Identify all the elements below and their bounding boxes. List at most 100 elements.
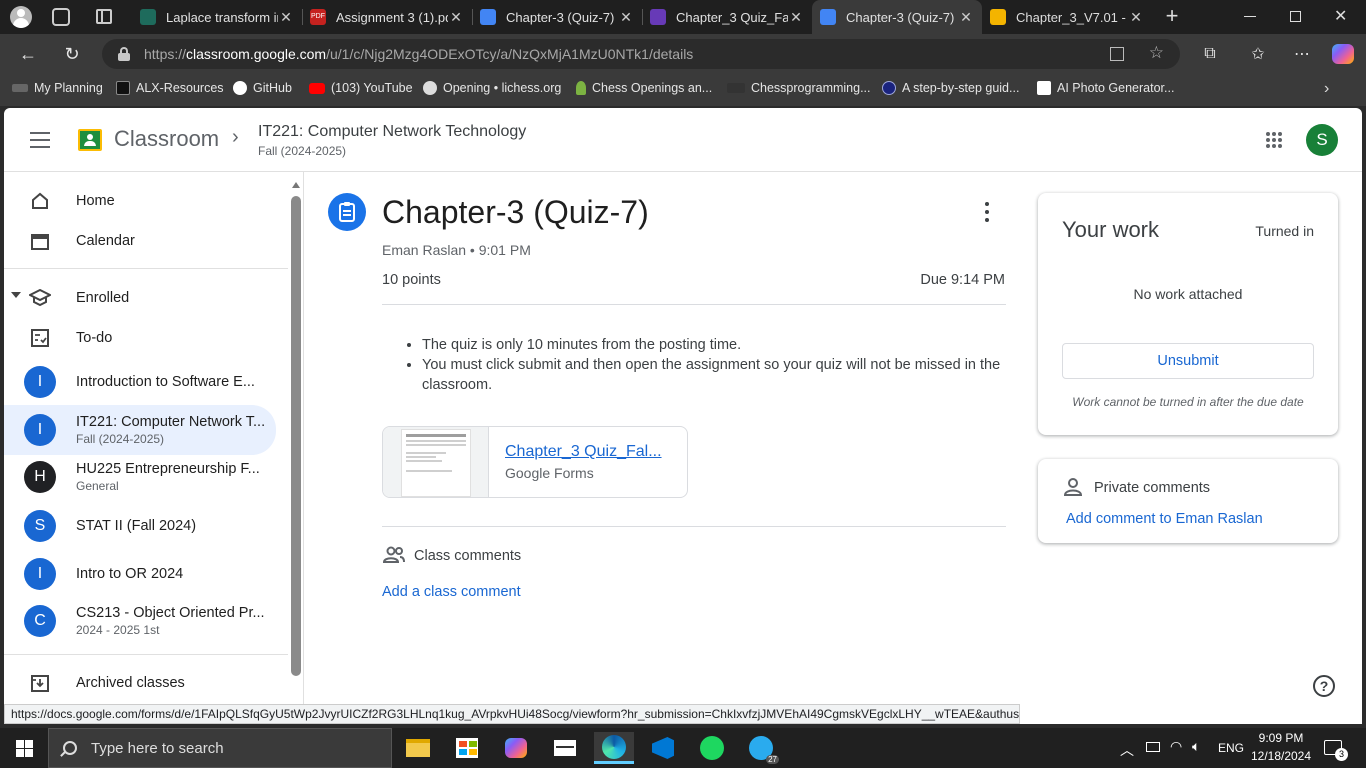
sidebar-class-cs213[interactable]: C CS213 - Object Oriented Pr... 2024 - 20…	[4, 597, 276, 645]
classroom-logo-icon[interactable]	[78, 129, 102, 151]
taskbar-search-box[interactable]: Type here to search	[48, 728, 392, 768]
close-tab-icon[interactable]: ✕	[788, 9, 804, 26]
sidebar-class-hu225[interactable]: H HU225 Entrepreneurship F... General	[4, 453, 276, 501]
caret-down-icon[interactable]	[11, 292, 21, 298]
header-divider	[382, 304, 1006, 305]
lock-icon[interactable]	[118, 47, 130, 61]
copilot-icon[interactable]	[1332, 44, 1354, 64]
tab-chapter3-quiz-form[interactable]: Chapter_3 Quiz_Fall ✕	[642, 0, 812, 34]
tab-laplace[interactable]: Laplace transform in ✕	[132, 0, 302, 34]
more-menu-icon[interactable]: ⋯	[1288, 40, 1316, 68]
clock-time[interactable]: 9:09 PM	[1250, 731, 1312, 745]
favorites-icon[interactable]: ✩	[1244, 40, 1272, 68]
copilot-taskbar-icon[interactable]	[496, 732, 536, 764]
address-bar[interactable]: https://classroom.google.com/u/1/c/Njg2M…	[102, 39, 1180, 69]
bookmark-chessprogramming[interactable]: Chessprogramming...	[727, 81, 871, 95]
help-icon[interactable]: ?	[1313, 675, 1335, 697]
attachment-card[interactable]: Chapter_3 Quiz_Fal... Google Forms	[382, 426, 688, 498]
add-class-comment-link[interactable]: Add a class comment	[382, 584, 521, 600]
wifi-icon[interactable]: ◠	[1170, 738, 1182, 755]
tray-chevron-up-icon[interactable]: ︿	[1120, 740, 1134, 760]
youtube-icon	[309, 82, 325, 94]
close-tab-icon[interactable]: ✕	[448, 9, 464, 26]
tab-actions-icon[interactable]	[96, 9, 112, 24]
course-title[interactable]: IT221: Computer Network Technology	[258, 123, 526, 141]
new-tab-icon[interactable]: +	[1160, 4, 1184, 28]
attachment-title-link[interactable]: Chapter_3 Quiz_Fal...	[505, 443, 662, 461]
bookmark-chess-openings[interactable]: Chess Openings an...	[576, 81, 712, 95]
telegram-icon[interactable]: 27	[741, 732, 781, 764]
vscode-icon[interactable]	[643, 732, 683, 764]
back-icon[interactable]: ←	[14, 40, 42, 68]
attachment-type: Google Forms	[505, 465, 594, 481]
tab-chapter3-quiz7-active[interactable]: Chapter-3 (Quiz-7) ✕	[812, 0, 982, 34]
main-menu-icon[interactable]	[30, 132, 50, 148]
sidebar-class-it221-selected[interactable]: I IT221: Computer Network T... Fall (2024…	[4, 405, 276, 455]
sidebar-class-stat2[interactable]: S STAT II (Fall 2024)	[4, 502, 276, 550]
guide-icon	[882, 81, 896, 95]
browser-toolbar: ← ↻ https://classroom.google.com/u/1/c/N…	[0, 34, 1366, 74]
sidebar-item-archived[interactable]: Archived classes	[4, 659, 276, 704]
tab-chapter3-slides[interactable]: Chapter_3_V7.01 - G ✕	[982, 0, 1152, 34]
mail-icon[interactable]	[545, 732, 585, 764]
sidebar-class-intro-or[interactable]: I Intro to OR 2024	[4, 550, 276, 598]
course-term: Fall (2024-2025)	[258, 144, 347, 158]
volume-icon[interactable]: 🔈︎	[1192, 738, 1200, 755]
close-tab-icon[interactable]: ✕	[1128, 9, 1144, 26]
bookmark-github[interactable]: GitHub	[233, 81, 292, 95]
sidebar-divider	[4, 654, 288, 655]
close-tab-icon[interactable]: ✕	[958, 9, 974, 26]
pdf-icon: PDF	[310, 9, 326, 25]
browser-tab-strip: Laplace transform in ✕ PDF Assignment 3 …	[0, 0, 1366, 34]
account-avatar[interactable]: S	[1306, 124, 1338, 156]
slides-icon	[990, 9, 1006, 25]
tab-chapter3-quiz7-a[interactable]: Chapter-3 (Quiz-7) ✕	[472, 0, 642, 34]
spotify-icon[interactable]	[692, 732, 732, 764]
late-turn-in-note: Work cannot be turned in after the due d…	[1072, 395, 1304, 409]
add-private-comment-link[interactable]: Add comment to Eman Raslan	[1066, 511, 1263, 527]
sidebar-item-calendar[interactable]: Calendar	[4, 217, 276, 265]
tab-assignment-pdf[interactable]: PDF Assignment 3 (1).pdf ✕	[302, 0, 472, 34]
sidebar-class-intro-software[interactable]: I Introduction to Software E...	[4, 358, 276, 406]
app-name[interactable]: Classroom	[114, 126, 219, 152]
restore-icon[interactable]	[1290, 11, 1301, 22]
assignment-points: 10 points	[382, 272, 441, 288]
close-tab-icon[interactable]: ✕	[278, 9, 294, 26]
bookmark-youtube[interactable]: (103) YouTube	[309, 81, 413, 95]
sidebar-scroll-up-icon[interactable]	[292, 182, 300, 188]
bookmark-lichess[interactable]: Opening • lichess.org	[423, 81, 561, 95]
close-tab-icon[interactable]: ✕	[618, 9, 634, 26]
bookmark-alx[interactable]: ALX-Resources	[116, 81, 224, 95]
profile-icon[interactable]	[10, 6, 32, 28]
extensions-icon[interactable]: ⧉	[1196, 40, 1224, 68]
app-available-icon[interactable]	[1110, 47, 1124, 61]
minimize-icon[interactable]	[1244, 16, 1256, 17]
sidebar-scrollbar-thumb[interactable]	[291, 196, 301, 676]
assignment-more-icon[interactable]	[983, 202, 991, 222]
your-work-title: Your work	[1062, 217, 1160, 242]
language-indicator[interactable]: ENG	[1218, 741, 1244, 755]
windows-taskbar: Type here to search 27 ︿ ◠ 🔈︎ ENG 9:09 P…	[0, 728, 1366, 768]
favorite-star-icon[interactable]: ☆	[1149, 43, 1164, 63]
bookmark-step-by-step[interactable]: A step-by-step guid...	[882, 81, 1019, 95]
chevron-right-icon[interactable]: ›	[1324, 80, 1329, 98]
todo-checklist-icon	[28, 326, 52, 350]
unsubmit-button[interactable]: Unsubmit	[1062, 343, 1314, 379]
close-window-icon[interactable]: ✕	[1334, 6, 1347, 26]
windows-start-icon[interactable]	[4, 732, 44, 764]
sidebar-item-todo[interactable]: To-do	[4, 314, 276, 362]
bookmark-ai-photo[interactable]: AI Photo Generator...	[1037, 81, 1174, 95]
class-avatar: I	[24, 366, 56, 398]
assignment-badge-icon	[328, 193, 366, 231]
google-apps-icon[interactable]	[1266, 132, 1282, 148]
file-explorer-icon[interactable]	[398, 732, 438, 764]
battery-icon[interactable]	[1146, 742, 1160, 752]
workspaces-icon[interactable]	[52, 8, 70, 26]
search-placeholder: Type here to search	[91, 739, 224, 757]
clock-date[interactable]: 12/18/2024	[1250, 749, 1312, 763]
microsoft-store-icon[interactable]	[447, 732, 487, 764]
edge-browser-icon[interactable]	[594, 732, 634, 764]
assignment-main: Chapter-3 (Quiz-7) Eman Raslan • 9:01 PM…	[305, 172, 1362, 704]
bookmark-my-planning[interactable]: My Planning	[12, 81, 103, 95]
refresh-icon[interactable]: ↻	[58, 40, 86, 68]
